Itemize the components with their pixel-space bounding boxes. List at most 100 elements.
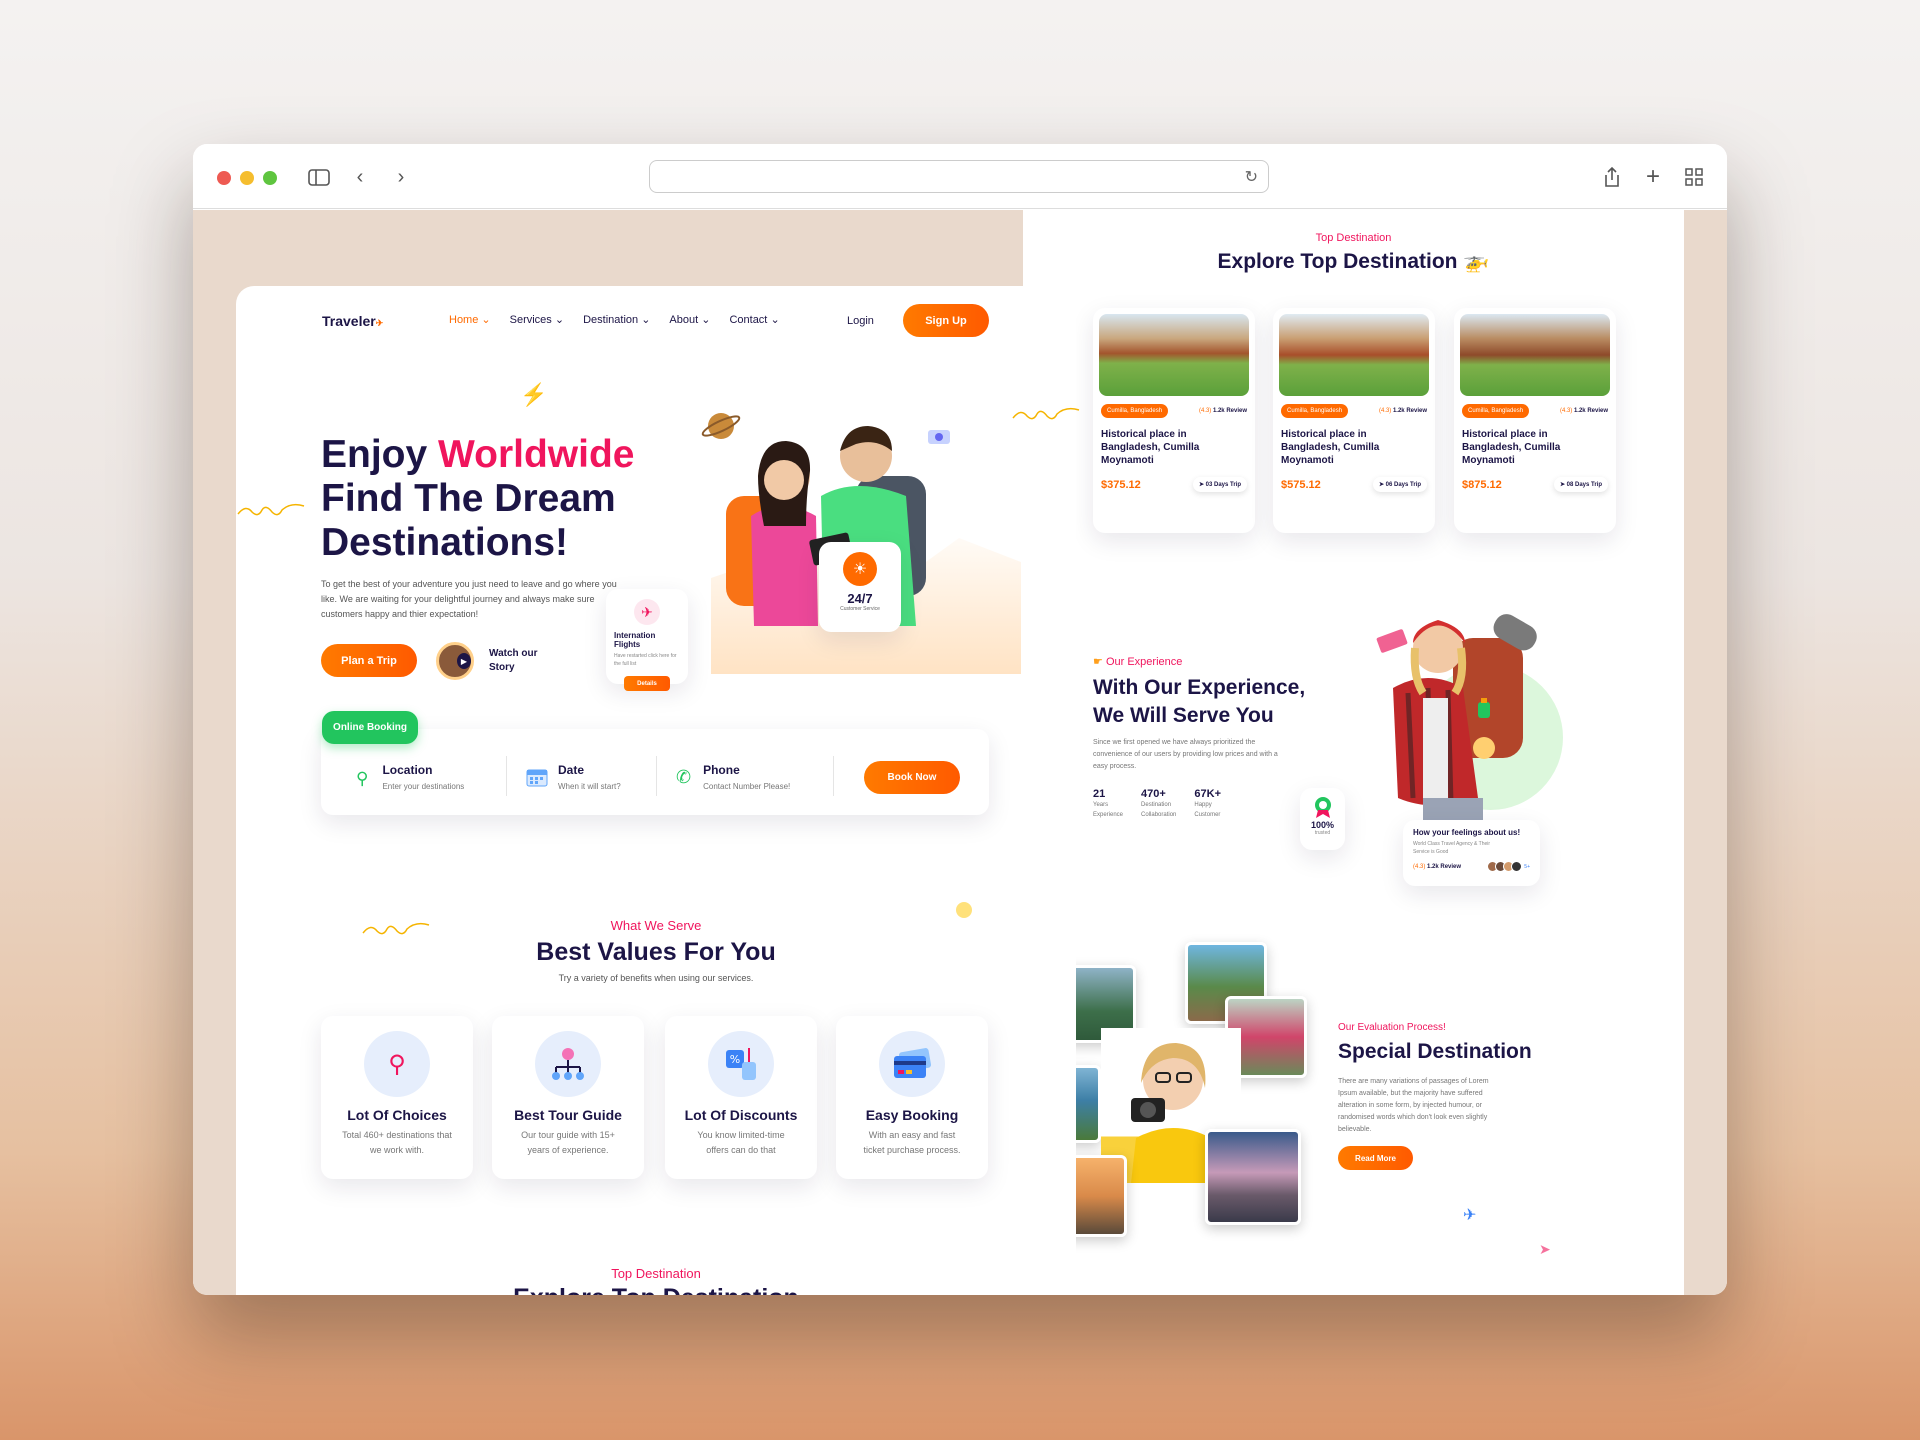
hero-title-part1: Enjoy	[321, 433, 439, 476]
login-link[interactable]: Login	[847, 315, 874, 327]
share-icon[interactable]	[1598, 164, 1626, 190]
nav-label: Home	[449, 313, 479, 326]
date-field[interactable]: Date When it will start?	[526, 763, 621, 793]
service-card-text: Our tour guide with 15+ years of experie…	[521, 1130, 615, 1155]
svg-text:%: %	[730, 1053, 740, 1066]
stat-label: Customer	[1194, 812, 1221, 818]
stat-label: Experience	[1093, 812, 1124, 818]
service-card-title: Best Tour Guide	[514, 1107, 622, 1123]
service-label: Customer Service	[840, 606, 880, 612]
phone-field[interactable]: ✆ Phone Contact Number Please!	[676, 763, 790, 793]
serve-subtitle: Try a variety of benefits when using our…	[558, 973, 754, 983]
trip-duration: 08 Days Trip	[1566, 482, 1602, 488]
watch-story-play-button[interactable]: ▶	[436, 642, 474, 680]
support-icon: ☀	[843, 552, 877, 586]
squiggle-decoration	[1011, 404, 1081, 424]
maximize-window-button[interactable]	[263, 171, 277, 185]
stat-value: 67K+	[1194, 788, 1221, 800]
field-label: Phone	[703, 763, 740, 777]
hero-title-line3: Destinations!	[321, 521, 569, 564]
online-booking-tab[interactable]: Online Booking	[322, 711, 418, 744]
customer-service-card: ☀ 24/7 Customer Service	[819, 542, 901, 632]
page-canvas: Top Destination Explore Top Destination …	[193, 210, 1727, 1295]
service-card[interactable]: Best Tour Guide Our tour guide with 15+ …	[492, 1016, 644, 1179]
nav-label: Services	[509, 313, 552, 326]
chevron-down-icon: ⌄	[770, 314, 780, 326]
trip-duration: 06 Days Trip	[1385, 482, 1421, 488]
sun-decoration	[1473, 737, 1495, 759]
special-text: There are many variations of passages of…	[1338, 1078, 1489, 1133]
service-card[interactable]: ⚲ Lot Of Choices Total 460+ destinations…	[321, 1016, 473, 1179]
destination-image	[1279, 314, 1429, 396]
nav-item-home[interactable]: Home ⌄	[449, 313, 491, 327]
destination-card[interactable]: Cumilla, Bangladesh (4.3) 1.2k Review Hi…	[1093, 308, 1255, 533]
nav-item-about[interactable]: About ⌄	[669, 313, 711, 327]
plan-trip-button[interactable]: Plan a Trip	[321, 644, 417, 677]
tab-overview-icon[interactable]	[1680, 164, 1708, 190]
hero-description: To get the best of your adventure you ju…	[321, 579, 617, 619]
avatar-more: 5+	[1524, 863, 1530, 870]
location-tag: Cumilla, Bangladesh	[1281, 404, 1349, 418]
location-tag: Cumilla, Bangladesh	[1101, 404, 1169, 418]
read-more-button[interactable]: Read More	[1338, 1146, 1413, 1170]
moon-decoration	[956, 902, 972, 918]
chevron-down-icon: ⌄	[701, 314, 711, 326]
flight-details-button[interactable]: Details	[624, 676, 670, 691]
right-page: Top Destination Explore Top Destination …	[1023, 210, 1684, 1295]
service-value: 24/7	[847, 591, 873, 606]
location-tag: Cumilla, Bangladesh	[1462, 404, 1530, 418]
location-field[interactable]: ⚲ Location Enter your destinations	[356, 763, 464, 793]
back-icon[interactable]: ‹	[346, 164, 374, 190]
stat-label: Happy	[1194, 802, 1212, 808]
experience-eyebrow-text: Our Experience	[1105, 656, 1183, 668]
rating: (4.3)	[1198, 408, 1212, 414]
experience-title: With Our Experience, We Will Serve You	[1093, 674, 1305, 730]
destination-card[interactable]: Cumilla, Bangladesh (4.3) 1.2k Review Hi…	[1273, 308, 1435, 533]
chevron-down-icon: ⌄	[481, 314, 491, 326]
service-card-text: Total 460+ destinations that we work wit…	[342, 1130, 452, 1155]
reload-icon[interactable]: ↻	[1245, 167, 1258, 187]
minimize-window-button[interactable]	[240, 171, 254, 185]
lightning-decoration-icon: ⚡	[520, 382, 548, 407]
forward-icon[interactable]: ›	[387, 164, 415, 190]
field-hint: When it will start?	[558, 782, 621, 791]
destination-price: $875.12	[1462, 478, 1502, 491]
close-window-button[interactable]	[217, 171, 231, 185]
destination-price: $375.12	[1101, 478, 1141, 491]
browser-toolbar: ‹ › ↻ +	[193, 144, 1727, 209]
badge-label: trusted	[1314, 830, 1331, 836]
logo[interactable]: Traveler✈	[322, 313, 383, 329]
discount-icon: %	[708, 1031, 774, 1097]
destination-image	[1460, 314, 1610, 396]
serve-title: Best Values For You	[536, 938, 776, 966]
stat-label: Destination	[1141, 802, 1172, 808]
watch-story-link[interactable]: Watch our Story	[489, 647, 538, 675]
nav-item-services[interactable]: Services ⌄	[509, 313, 564, 327]
book-now-button[interactable]: Book Now	[864, 761, 960, 794]
international-flights-card: ✈ Internation Flights Have restarted cli…	[606, 589, 688, 684]
trip-duration-chip: ➤ 08 Days Trip	[1554, 477, 1608, 492]
trip-duration: 03 Days Trip	[1205, 482, 1241, 488]
nav-item-destination[interactable]: Destination ⌄	[583, 313, 650, 327]
service-card[interactable]: % Lot Of Discounts You know limited-time…	[665, 1016, 817, 1179]
trusted-badge: 100% trusted	[1300, 788, 1345, 850]
address-bar[interactable]: ↻	[649, 160, 1269, 193]
traveler-woman-image	[1353, 598, 1543, 848]
watch-story-line1: Watch our	[489, 648, 538, 659]
flight-card-text: Have restarted click here for the full l…	[614, 653, 677, 667]
play-icon: ▶	[457, 653, 471, 669]
avatar	[1511, 861, 1523, 872]
location-choices-icon: ⚲	[364, 1031, 430, 1097]
reviews: 1.2k Review	[1212, 408, 1247, 414]
signup-button[interactable]: Sign Up	[903, 304, 989, 337]
feedback-text: World Class Travel Agency & Their Servic…	[1413, 841, 1491, 855]
service-card[interactable]: Easy Booking With an easy and fast ticke…	[836, 1016, 988, 1179]
sidebar-toggle-icon[interactable]	[305, 164, 333, 190]
stat-item: 21 Years Experience	[1093, 788, 1123, 820]
special-title: Special Destination	[1338, 1040, 1532, 1063]
booking-card-icon	[879, 1031, 945, 1097]
nav-label: Contact	[729, 313, 768, 326]
nav-item-contact[interactable]: Contact ⌄	[729, 313, 780, 327]
destination-card[interactable]: Cumilla, Bangladesh (4.3) 1.2k Review Hi…	[1454, 308, 1616, 533]
new-tab-icon[interactable]: +	[1639, 163, 1667, 190]
